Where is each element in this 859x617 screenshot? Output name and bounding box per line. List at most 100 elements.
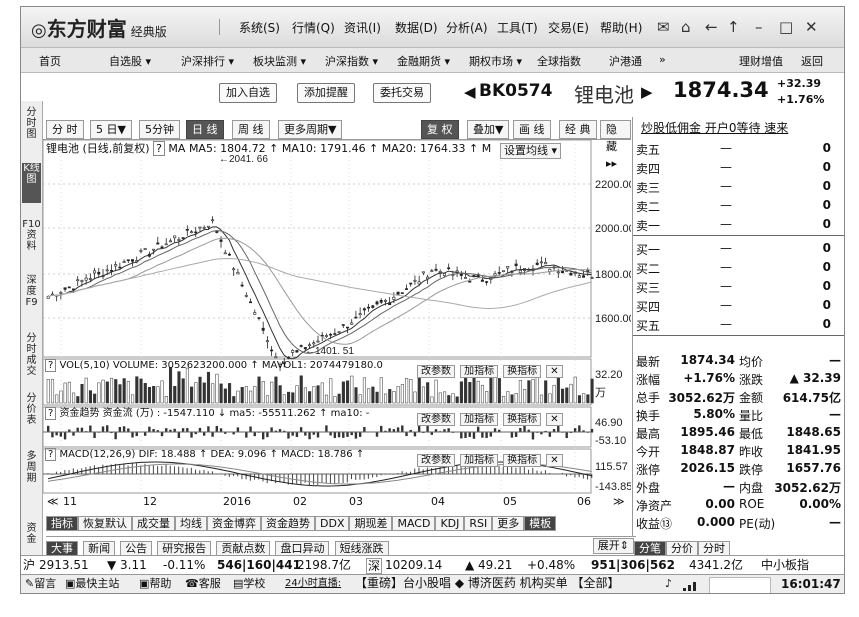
order-row-buy[interactable]: 买五 — 0: [636, 315, 841, 333]
add-alert-button[interactable]: 添加提醒: [297, 83, 355, 103]
nav-watchlist[interactable]: 自选股 ▾: [109, 53, 151, 69]
ma-settings-button[interactable]: 设置均线 ▾: [500, 143, 562, 159]
menu-quote[interactable]: 行情(Q): [292, 21, 335, 35]
next-stock-icon[interactable]: ▶: [641, 83, 653, 101]
mail-icon[interactable]: ✉: [657, 18, 670, 36]
menu-system[interactable]: 系统(S): [239, 21, 280, 35]
sidebar-tab-timeshare[interactable]: 分时图: [22, 107, 41, 141]
live-label[interactable]: 24小时直播:: [285, 577, 341, 591]
news-ticker[interactable]: 【重磅】台小股唱 ◆ 博济医药 机构买单 【全部】: [355, 576, 659, 590]
tab-more[interactable]: 更多: [492, 516, 525, 531]
nav-futures[interactable]: 金融期货 ▾: [397, 53, 450, 69]
change-params-button[interactable]: 改参数: [417, 454, 455, 467]
order-row-sell[interactable]: 卖二 — 0: [636, 196, 841, 214]
order-row-sell[interactable]: 卖三 — 0: [636, 177, 841, 195]
fastest-server-link[interactable]: ▣最快主站: [65, 577, 119, 591]
change-params-button[interactable]: 改参数: [417, 413, 455, 426]
sidebar-tab-depth[interactable]: 深度F9: [22, 275, 41, 315]
help-icon[interactable]: ?: [45, 448, 57, 461]
back-arrow-icon[interactable]: ←: [705, 18, 718, 36]
feedback-link[interactable]: ✎留言: [25, 577, 56, 591]
sidebar-tab-funds[interactable]: 资金: [22, 523, 41, 547]
draw-line-button[interactable]: 画 线: [513, 120, 551, 139]
school-link[interactable]: ▤学校: [233, 577, 265, 591]
switch-indicator-button[interactable]: 换指标: [503, 365, 542, 378]
maximize-icon[interactable]: □: [779, 18, 793, 36]
order-row-buy[interactable]: 买一 — 0: [636, 239, 841, 257]
add-indicator-button[interactable]: 加指标: [460, 413, 499, 426]
minimize-icon[interactable]: –: [755, 18, 763, 36]
period-daily-button[interactable]: 日 线: [186, 120, 224, 139]
sidebar-tab-price-table[interactable]: 分价表: [22, 393, 41, 427]
order-row-sell[interactable]: 卖一 — 0: [636, 215, 841, 233]
add-indicator-button[interactable]: 加指标: [460, 365, 499, 378]
order-row-sell[interactable]: 卖四 — 0: [636, 158, 841, 176]
menu-trade[interactable]: 交易(E): [548, 21, 589, 35]
menu-help[interactable]: 帮助(H): [600, 21, 642, 35]
switch-indicator-button[interactable]: 换指标: [503, 413, 542, 426]
menu-news[interactable]: 资讯(I): [344, 21, 381, 35]
add-indicator-button[interactable]: 加指标: [460, 454, 499, 467]
nav-more[interactable]: »: [659, 53, 666, 66]
tab-basis[interactable]: 期现差: [349, 516, 393, 531]
trade-button[interactable]: 委托交易: [373, 83, 431, 103]
sme-board-index[interactable]: 中小板指: [761, 558, 809, 572]
tab-volume[interactable]: 成交量: [132, 516, 175, 531]
expand-button[interactable]: 展开⇕: [592, 538, 634, 554]
nav-wealth[interactable]: 理财增值: [739, 53, 783, 69]
tab-fund-game[interactable]: 资金博弈: [207, 516, 261, 531]
tab-intraday[interactable]: 分时: [698, 541, 730, 556]
tab-ddx[interactable]: DDX: [315, 516, 350, 531]
period-5min-button[interactable]: 5分钟: [139, 120, 180, 139]
tab-rsi[interactable]: RSI: [464, 516, 493, 531]
tab-restore-default[interactable]: 恢复默认: [78, 516, 132, 531]
classic-button[interactable]: 经 典: [559, 120, 597, 139]
nav-home[interactable]: 首页: [39, 53, 61, 69]
help-link[interactable]: ▣帮助: [139, 577, 171, 591]
order-row-buy[interactable]: 买四 — 0: [636, 296, 841, 314]
menu-tools[interactable]: 工具(T): [497, 21, 538, 35]
change-params-button[interactable]: 改参数: [417, 365, 455, 378]
sidebar-tab-f10[interactable]: F10资料: [22, 219, 41, 259]
help-icon[interactable]: ?: [153, 141, 165, 156]
nav-ranking[interactable]: 沪深排行 ▾: [181, 53, 234, 69]
period-timeshare-button[interactable]: 分 时: [46, 120, 84, 139]
sh-index[interactable]: 2913.51: [39, 558, 89, 572]
up-arrow-icon[interactable]: ↑: [727, 18, 740, 36]
service-link[interactable]: ☎客服: [185, 577, 221, 591]
tab-template[interactable]: 模板: [524, 516, 557, 531]
close-panel-icon[interactable]: ✕: [546, 365, 563, 378]
home-icon[interactable]: ⌂: [681, 18, 691, 36]
sz-index[interactable]: 10209.14: [385, 558, 442, 572]
period-weekly-button[interactable]: 周 线: [232, 120, 270, 139]
alert-bell-icon[interactable]: ♪: [665, 577, 672, 591]
tab-fund-trend[interactable]: 资金趋势: [261, 516, 315, 531]
hide-panel-button[interactable]: 隐藏▸▸: [600, 120, 631, 170]
scroll-left-icon[interactable]: ≪: [47, 495, 59, 509]
period-5day-button[interactable]: 5 日▼: [90, 120, 132, 139]
order-row-buy[interactable]: 买三 — 0: [636, 277, 841, 295]
sidebar-tab-kline[interactable]: K线图: [22, 163, 41, 203]
prev-stock-icon[interactable]: ◀: [464, 83, 476, 101]
close-panel-icon[interactable]: ✕: [546, 413, 563, 426]
nav-index[interactable]: 沪深指数 ▾: [325, 53, 378, 69]
sidebar-tab-trades[interactable]: 分时成交: [22, 333, 41, 377]
restore-rights-button[interactable]: 复 权: [421, 120, 459, 139]
sidebar-tab-multi-period[interactable]: 多周期: [22, 451, 41, 495]
order-row-sell[interactable]: 卖五 — 0: [636, 139, 841, 157]
tab-ticks[interactable]: 分笔: [634, 541, 666, 556]
more-periods-button[interactable]: 更多周期▼: [278, 120, 343, 139]
tab-ma[interactable]: 均线: [175, 516, 207, 531]
nav-return[interactable]: 返回: [801, 53, 823, 69]
menu-data[interactable]: 数据(D): [395, 21, 438, 35]
nav-hk-connect[interactable]: 沪港通: [609, 53, 642, 69]
tab-price-dist[interactable]: 分价: [666, 541, 698, 556]
order-row-buy[interactable]: 买二 — 0: [636, 258, 841, 276]
tab-macd[interactable]: MACD: [392, 516, 436, 531]
help-icon[interactable]: ?: [45, 359, 57, 372]
tab-indicators[interactable]: 指标: [46, 516, 78, 531]
menu-analysis[interactable]: 分析(A): [446, 21, 488, 35]
nav-global[interactable]: 全球指数: [537, 53, 581, 69]
nav-sector[interactable]: 板块监测 ▾: [253, 53, 306, 69]
help-icon[interactable]: ?: [45, 407, 57, 420]
